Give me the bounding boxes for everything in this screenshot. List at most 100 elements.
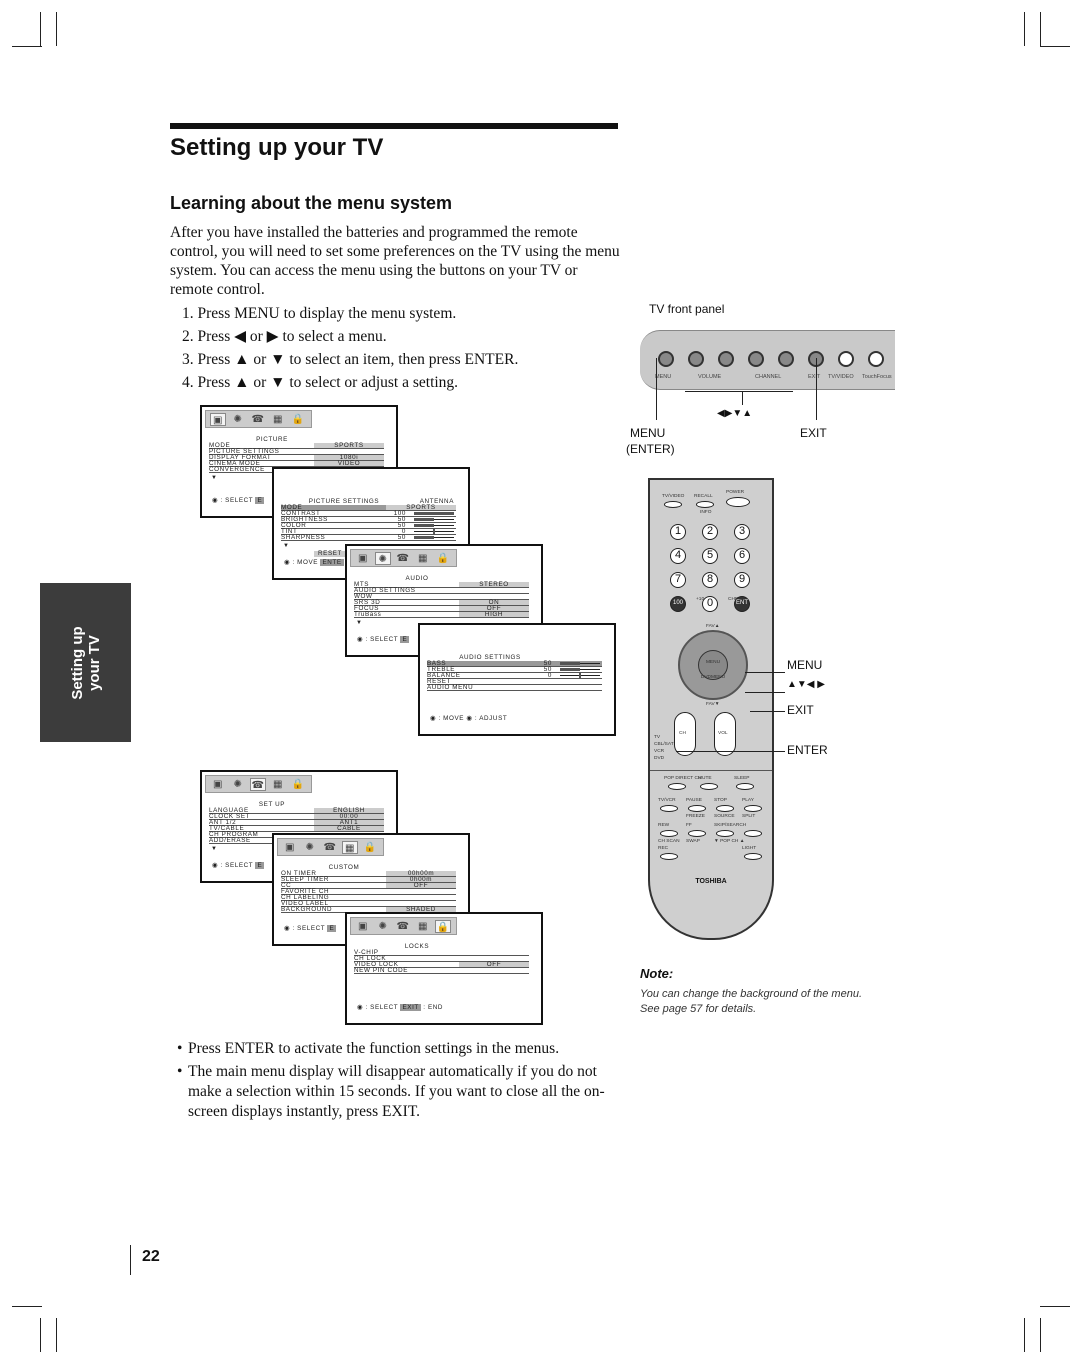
- remote-label: LIGHT: [742, 846, 757, 851]
- menu-tab-icon[interactable]: ✺: [230, 778, 246, 791]
- remote-button[interactable]: [688, 805, 706, 812]
- touchfocus-button[interactable]: [868, 351, 884, 367]
- more-arrow-icon: ▼: [283, 543, 290, 549]
- number-button[interactable]: 2: [702, 524, 718, 540]
- remote-button[interactable]: [744, 830, 762, 837]
- menu-tab-icon[interactable]: ▣: [355, 552, 371, 565]
- menu-tab-icon[interactable]: 🔒: [435, 920, 451, 933]
- menu-dvdmenu-button[interactable]: MENU DVDMENU: [698, 650, 728, 680]
- footer-key: EXIT: [400, 1004, 421, 1011]
- menu-button[interactable]: [658, 351, 674, 367]
- reset-button[interactable]: RESET: [314, 550, 346, 557]
- menu-row[interactable]: SHARPNESS 50: [281, 534, 456, 541]
- number-button[interactable]: 7: [670, 572, 686, 588]
- menu-tab-icon[interactable]: ☎: [395, 920, 411, 933]
- number-button[interactable]: 5: [702, 548, 718, 564]
- menu-tab-icon[interactable]: ✺: [375, 920, 391, 933]
- remote-button[interactable]: [736, 783, 754, 790]
- channel-down-button[interactable]: [748, 351, 764, 367]
- crop-mark: [1040, 1306, 1070, 1307]
- channel-rocker[interactable]: CH: [674, 712, 696, 756]
- crop-mark: [1040, 12, 1041, 46]
- menu-callout: MENU: [630, 426, 666, 440]
- footer-hint: : END: [423, 1004, 444, 1011]
- menu-tab-icon[interactable]: ✺: [375, 552, 391, 565]
- number-button[interactable]: 100: [670, 596, 686, 612]
- remote-label: TV/VIDEO: [662, 494, 685, 499]
- menu-tab-bar: ▣ ✺ ☎ ▦ 🔒: [277, 838, 384, 856]
- callout-line: [656, 358, 657, 420]
- remote-button[interactable]: [668, 783, 686, 790]
- callout-line: [816, 358, 817, 420]
- remote-button[interactable]: [688, 830, 706, 837]
- number-button[interactable]: 4: [670, 548, 686, 564]
- remote-button[interactable]: [716, 805, 734, 812]
- menu-tab-icon[interactable]: ☎: [250, 778, 266, 791]
- number-button[interactable]: 3: [734, 524, 750, 540]
- number-button[interactable]: 0: [702, 596, 718, 612]
- menu-tab-icon[interactable]: ▦: [270, 778, 286, 791]
- menu-tab-icon[interactable]: ▦: [270, 413, 286, 426]
- tv-video-button[interactable]: [664, 501, 682, 508]
- menu-tab-icon[interactable]: 🔒: [435, 552, 451, 565]
- divider: [650, 770, 772, 771]
- tv-video-button[interactable]: [838, 351, 854, 367]
- menu-tab-icon[interactable]: ☎: [322, 841, 338, 854]
- crop-mark: [12, 1306, 42, 1307]
- menu-tab-icon[interactable]: 🔒: [290, 413, 306, 426]
- menu-screen: ▣ ✺ ☎ ▦ 🔒 LOCKS V-CHIP CH LOCK VIDEO LOCK OFF NEW …: [345, 912, 543, 1025]
- level-bar: [414, 524, 454, 527]
- number-button[interactable]: 1: [670, 524, 686, 540]
- menu-row-label: ADD/ERASE: [209, 837, 251, 844]
- volume-down-button[interactable]: [688, 351, 704, 367]
- menu-tab-icon[interactable]: ▣: [210, 778, 226, 791]
- menu-row-label: SHARPNESS: [281, 534, 326, 541]
- menu-row[interactable]: AUDIO MENU: [427, 684, 602, 691]
- page-number: 22: [142, 1248, 160, 1265]
- number-button[interactable]: ENT: [734, 596, 750, 612]
- footer-hint: ◉ : SELECT: [357, 1004, 399, 1011]
- menu-tab-icon[interactable]: ▦: [415, 920, 431, 933]
- menu-tab-icon[interactable]: ▦: [415, 552, 431, 565]
- crop-mark: [1040, 1318, 1041, 1352]
- remote-button[interactable]: [700, 783, 718, 790]
- remote-button[interactable]: [660, 853, 678, 860]
- crop-mark: [40, 1318, 41, 1352]
- remote-button[interactable]: [744, 853, 762, 860]
- number-button[interactable]: 6: [734, 548, 750, 564]
- volume-up-button[interactable]: [718, 351, 734, 367]
- remote-button[interactable]: [744, 805, 762, 812]
- remote-label: POWER: [726, 490, 745, 495]
- dpad[interactable]: MENU DVDMENU: [678, 630, 748, 700]
- menu-tab-icon[interactable]: ▣: [210, 413, 226, 426]
- number-button[interactable]: 9: [734, 572, 750, 588]
- menu-tab-bar: ▣ ✺ ☎ ▦ 🔒: [205, 775, 312, 793]
- intro-paragraph: After you have installed the batteries a…: [170, 224, 620, 298]
- menu-tab-icon[interactable]: ✺: [230, 413, 246, 426]
- menu-row[interactable]: TruBass HIGH: [354, 611, 529, 618]
- remote-button[interactable]: [660, 805, 678, 812]
- remote-label: DVDMENU: [700, 675, 726, 680]
- number-button[interactable]: 8: [702, 572, 718, 588]
- crop-mark: [40, 12, 41, 46]
- menu-tab-icon[interactable]: ☎: [250, 413, 266, 426]
- menu-tab-icon[interactable]: ☎: [395, 552, 411, 565]
- remote-label: TV: [654, 735, 661, 740]
- channel-up-button[interactable]: [778, 351, 794, 367]
- power-button[interactable]: [726, 497, 750, 507]
- menu-row-value: CABLE: [314, 825, 384, 832]
- remote-label: REW: [658, 823, 670, 828]
- menu-tab-icon[interactable]: 🔒: [290, 778, 306, 791]
- menu-row[interactable]: NEW PIN CODE: [354, 967, 529, 974]
- menu-tab-icon[interactable]: ▣: [282, 841, 298, 854]
- volume-rocker[interactable]: VOL: [714, 712, 736, 756]
- remote-button[interactable]: [716, 830, 734, 837]
- menu-row-value: OFF: [386, 882, 456, 889]
- remote-button[interactable]: [660, 830, 678, 837]
- menu-tab-icon[interactable]: 🔒: [362, 841, 378, 854]
- recall-button[interactable]: [696, 501, 714, 508]
- remote-label: CH: [679, 731, 686, 736]
- menu-tab-icon[interactable]: ▣: [355, 920, 371, 933]
- menu-tab-icon[interactable]: ▦: [342, 841, 358, 854]
- menu-tab-icon[interactable]: ✺: [302, 841, 318, 854]
